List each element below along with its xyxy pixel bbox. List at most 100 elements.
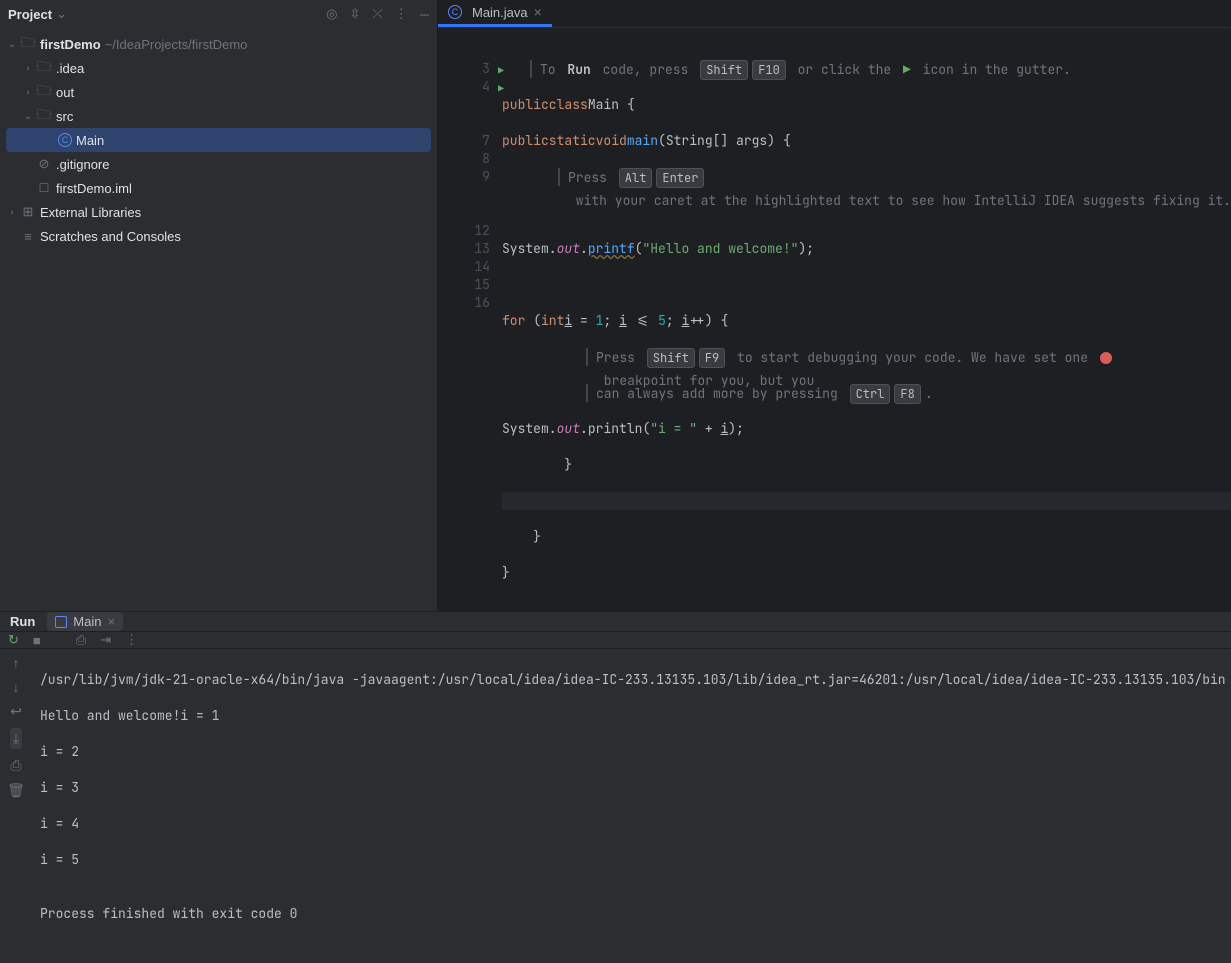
breakpoint-icon bbox=[1100, 352, 1112, 364]
code-area[interactable]: 3▶ 4▶ 7 8 9 12 13 14 15 16 To Run code, … bbox=[438, 28, 1231, 611]
folder-icon bbox=[36, 108, 52, 124]
tree-file-iml[interactable]: firstDemo.iml bbox=[0, 176, 437, 200]
run-left-toolbar: ↑ ↓ ↩ ⤓ ⎙ 🗑 bbox=[0, 649, 32, 963]
code-line: for (int i = 1; i <= 5; i++) { bbox=[502, 312, 1231, 330]
tree-label: .idea bbox=[56, 61, 84, 76]
tree-label: External Libraries bbox=[40, 205, 141, 220]
tree-root[interactable]: ⌄ firstDemo ~/IdeaProjects/firstDemo bbox=[0, 32, 437, 56]
soft-wrap-icon[interactable]: ↩ bbox=[10, 703, 22, 720]
gutter[interactable]: 3▶ 4▶ 7 8 9 12 13 14 15 16 bbox=[438, 28, 496, 611]
tree-scratches[interactable]: Scratches and Consoles bbox=[0, 224, 437, 248]
tree-label: Scratches and Consoles bbox=[40, 229, 181, 244]
editor: C Main.java × 3▶ 4▶ 7 8 9 12 bbox=[438, 0, 1231, 611]
console-line: Hello and welcome!i = 1 bbox=[40, 707, 1223, 725]
editor-tabs: C Main.java × bbox=[438, 0, 1231, 28]
sidebar-header: Project ⌄ ◎ ⇳ ⤫ ⋮ ─ bbox=[0, 0, 437, 28]
tree-file-gitignore[interactable]: .gitignore bbox=[0, 152, 437, 176]
line-number: 9 bbox=[482, 168, 490, 185]
sidebar-title[interactable]: Project bbox=[8, 7, 52, 22]
tree-file-main[interactable]: C Main bbox=[6, 128, 431, 152]
run-gutter-icon[interactable]: ▶ bbox=[498, 80, 504, 98]
hint-run: To Run code, press ShiftF10 or click the… bbox=[530, 60, 1231, 78]
editor-tab-main[interactable]: C Main.java × bbox=[438, 0, 552, 27]
console-line: i = 2 bbox=[40, 743, 1223, 761]
tree-folder-src[interactable]: ⌄ src bbox=[0, 104, 437, 128]
console-output[interactable]: /usr/lib/jvm/jdk-21-oracle-x64/bin/java … bbox=[32, 649, 1231, 963]
console-line: i = 4 bbox=[40, 815, 1223, 833]
scroll-to-end-icon[interactable]: ⤓ bbox=[10, 728, 22, 749]
run-body: ↑ ↓ ↩ ⤓ ⎙ 🗑 /usr/lib/jvm/jdk-21-oracle-x… bbox=[0, 649, 1231, 963]
code-content[interactable]: To Run code, press ShiftF10 or click the… bbox=[496, 28, 1231, 611]
hint-debug: Press ShiftF9 to start debugging your co… bbox=[586, 348, 1231, 366]
chevron-down-icon[interactable]: ⌄ bbox=[4, 39, 20, 50]
down-icon[interactable]: ↓ bbox=[13, 679, 20, 695]
camera-icon[interactable]: ⎙ bbox=[76, 632, 86, 648]
library-icon bbox=[20, 204, 36, 220]
chevron-down-icon[interactable]: ⌄ bbox=[20, 111, 36, 122]
console-line: i = 5 bbox=[40, 851, 1223, 869]
run-toolbar: ↻ ■ ⎙ ⇥ ⋮ bbox=[0, 632, 1231, 649]
target-icon[interactable]: ◎ bbox=[326, 6, 337, 22]
chevron-down-icon[interactable]: ⌄ bbox=[56, 6, 67, 22]
more-icon[interactable]: ⋮ bbox=[125, 632, 138, 648]
run-config-icon bbox=[55, 616, 67, 628]
tree-label: out bbox=[56, 85, 74, 100]
tree-label: firstDemo bbox=[40, 37, 101, 52]
more-icon[interactable]: ⋮ bbox=[395, 6, 408, 22]
code-line: } bbox=[502, 528, 1231, 546]
line-number: 15 bbox=[474, 276, 490, 293]
rerun-icon[interactable]: ↻ bbox=[8, 632, 19, 648]
code-line: } bbox=[502, 456, 1231, 474]
line-number: 12 bbox=[474, 222, 490, 239]
run-tab-label: Main bbox=[73, 614, 101, 629]
expand-collapse-icon[interactable]: ⇳ bbox=[349, 6, 360, 22]
tree-path: ~/IdeaProjects/firstDemo bbox=[105, 37, 248, 52]
run-header: Run Main × bbox=[0, 612, 1231, 632]
ignore-icon bbox=[36, 156, 52, 172]
code-blank bbox=[502, 276, 1231, 294]
run-tab[interactable]: Main × bbox=[47, 612, 123, 631]
line-number: 7 bbox=[482, 132, 490, 149]
code-line-current bbox=[502, 492, 1231, 510]
folder-icon bbox=[36, 60, 52, 76]
scratch-icon bbox=[20, 228, 36, 244]
class-icon: C bbox=[448, 5, 462, 19]
run-panel: Run Main × ↻ ■ ⎙ ⇥ ⋮ ↑ ↓ ↩ ⤓ ⎙ 🗑 / bbox=[0, 611, 1231, 843]
line-number: 13 bbox=[474, 240, 490, 257]
class-icon: C bbox=[58, 133, 72, 147]
close-icon[interactable]: × bbox=[107, 614, 115, 629]
line-number: 8 bbox=[482, 150, 490, 167]
stop-icon[interactable]: ■ bbox=[33, 633, 41, 648]
folder-icon bbox=[36, 84, 52, 100]
console-line: /usr/lib/jvm/jdk-21-oracle-x64/bin/java … bbox=[40, 671, 1223, 689]
module-icon bbox=[20, 36, 36, 52]
line-number: 4 bbox=[482, 78, 490, 95]
tree-folder-out[interactable]: › out bbox=[0, 80, 437, 104]
print-icon[interactable]: ⎙ bbox=[10, 757, 21, 774]
line-number: 16 bbox=[474, 294, 490, 311]
chevron-right-icon[interactable]: › bbox=[4, 207, 20, 218]
tab-label: Main.java bbox=[472, 5, 528, 20]
close-icon[interactable]: × bbox=[534, 4, 542, 20]
code-line: } bbox=[502, 564, 1231, 582]
exit-icon[interactable]: ⇥ bbox=[100, 632, 111, 648]
console-line: Process finished with exit code 0 bbox=[40, 905, 1223, 923]
file-icon bbox=[36, 180, 52, 196]
project-sidebar: Project ⌄ ◎ ⇳ ⤫ ⋮ ─ ⌄ firstDemo ~/IdeaPr… bbox=[0, 0, 438, 611]
hint-debug2: can always add more by pressing CtrlF8. bbox=[586, 384, 1231, 402]
chevron-right-icon[interactable]: › bbox=[20, 63, 36, 74]
run-gutter-icon[interactable]: ▶ bbox=[498, 62, 504, 80]
tree-external-libraries[interactable]: › External Libraries bbox=[0, 200, 437, 224]
up-icon[interactable]: ↑ bbox=[13, 655, 20, 671]
code-line: public static void main(String[] args) { bbox=[502, 132, 1231, 150]
minimize-icon[interactable]: ─ bbox=[420, 7, 429, 22]
collapse-all-icon[interactable]: ⤫ bbox=[372, 6, 382, 22]
chevron-right-icon[interactable]: › bbox=[20, 87, 36, 98]
code-line: System.out.println("i = " + i); bbox=[502, 420, 1231, 438]
project-tree: ⌄ firstDemo ~/IdeaProjects/firstDemo › .… bbox=[0, 28, 437, 248]
code-line: public class Main { bbox=[502, 96, 1231, 114]
console-line: i = 3 bbox=[40, 779, 1223, 797]
tree-folder-idea[interactable]: › .idea bbox=[0, 56, 437, 80]
run-title[interactable]: Run bbox=[10, 614, 35, 629]
trash-icon[interactable]: 🗑 bbox=[7, 782, 25, 799]
